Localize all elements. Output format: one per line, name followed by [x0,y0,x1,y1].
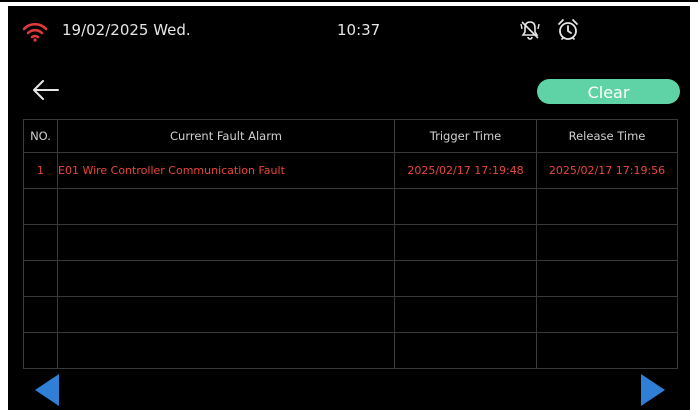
cell-no [23,332,58,369]
cell-no [23,224,58,261]
column-header-no: NO. [23,119,58,153]
column-header-current-fault-alarm: Current Fault Alarm [57,119,395,153]
cell-trigger-time: 2025/02/17 17:19:48 [394,152,537,189]
cell-trigger-time [394,224,537,261]
table-row [23,188,678,225]
table-row: 1 E01 Wire Controller Communication Fault… [23,152,678,189]
table-row [23,296,678,333]
clear-button[interactable]: Clear [537,79,680,104]
fault-alarm-table: NO. Current Fault Alarm Trigger Time Rel… [23,119,678,369]
column-header-trigger-time: Trigger Time [394,119,537,153]
cell-fault-alarm [57,224,395,261]
cell-fault-alarm: E01 Wire Controller Communication Fault [57,152,395,189]
wifi-icon [22,22,48,42]
cell-release-time [536,224,678,261]
table-header-row: NO. Current Fault Alarm Trigger Time Rel… [23,119,678,153]
bell-muted-icon [520,21,540,40]
top-divider [0,0,698,2]
alarm-clock-icon [558,19,578,40]
cell-no: 1 [23,152,58,189]
status-date: 19/02/2025 Wed. [62,21,191,39]
table-row [23,224,678,261]
next-page-icon[interactable] [640,372,668,408]
cell-release-time [536,296,678,333]
cell-trigger-time [394,260,537,297]
cell-no [23,296,58,333]
status-bar: 19/02/2025 Wed. 10:37 [8,6,690,52]
cell-fault-alarm [57,188,395,225]
table-row [23,332,678,369]
table-row [23,260,678,297]
back-arrow-icon[interactable] [30,78,62,102]
cell-trigger-time [394,188,537,225]
cell-trigger-time [394,296,537,333]
prev-page-icon[interactable] [32,372,60,408]
cell-release-time [536,332,678,369]
cell-fault-alarm [57,260,395,297]
cell-release-time: 2025/02/17 17:19:56 [536,152,678,189]
column-header-release-time: Release Time [536,119,678,153]
cell-fault-alarm [57,332,395,369]
cell-release-time [536,260,678,297]
cell-fault-alarm [57,296,395,333]
cell-trigger-time [394,332,537,369]
cell-no [23,188,58,225]
status-time: 10:37 [337,21,381,39]
cell-no [23,260,58,297]
cell-release-time [536,188,678,225]
screen: 19/02/2025 Wed. 10:37 Clear NO. Current … [8,6,690,410]
